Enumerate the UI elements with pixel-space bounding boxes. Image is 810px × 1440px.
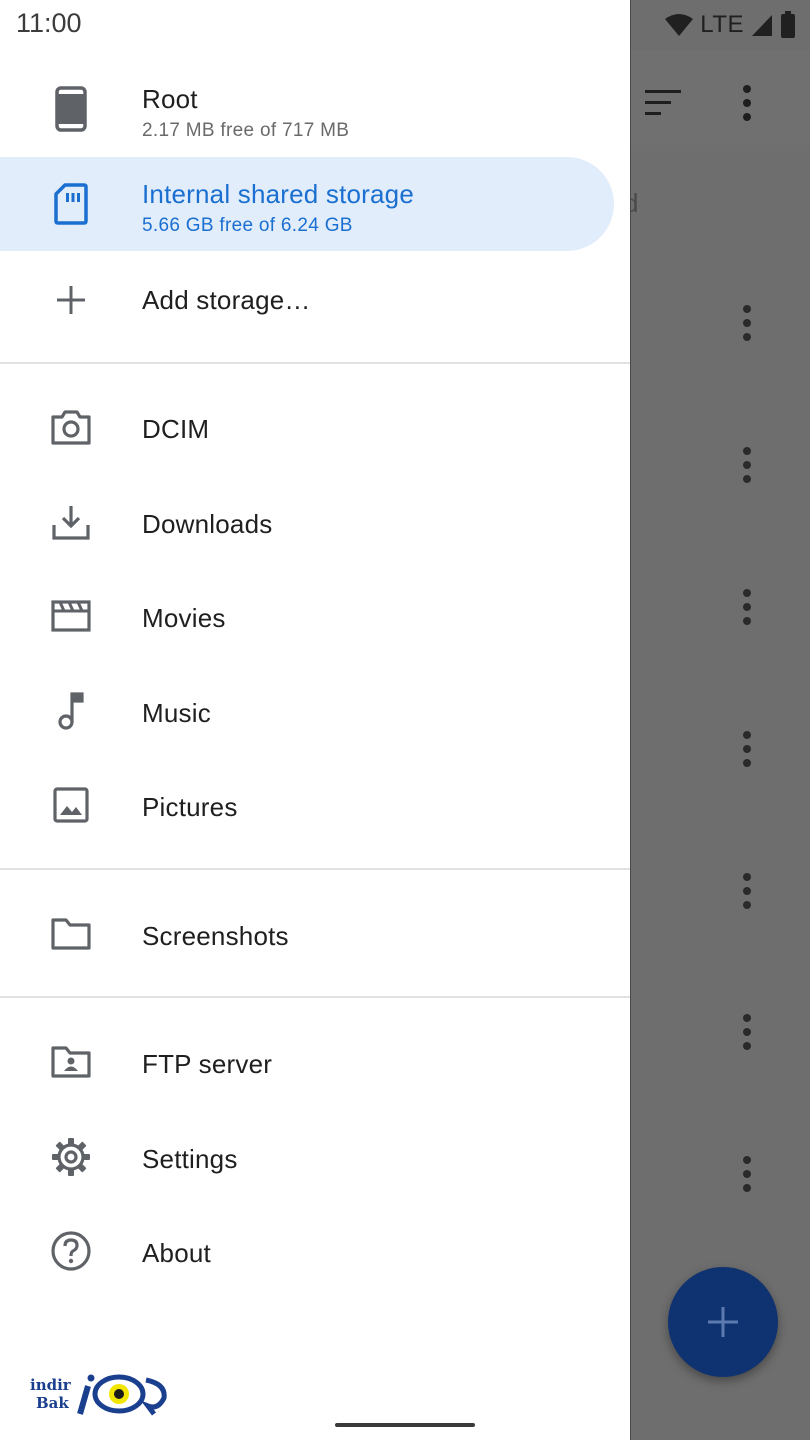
eye-logo-icon: [77, 1374, 167, 1416]
home-indicator[interactable]: [335, 1423, 475, 1427]
row-more-icon[interactable]: [732, 872, 762, 910]
drawer-item-add-storage[interactable]: Add storage…: [0, 253, 630, 347]
drawer-item-music[interactable]: Music: [0, 664, 630, 758]
row-more-icon[interactable]: [732, 588, 762, 626]
drawer-item-label: Root: [142, 84, 198, 114]
drawer-divider: [0, 868, 630, 870]
watermark-text: indir: [30, 1376, 71, 1394]
drawer-item-label: Internal shared storage: [142, 179, 414, 209]
help-icon: [46, 1226, 96, 1276]
drawer-divider: [0, 996, 630, 998]
wifi-icon: [665, 14, 694, 36]
drawer-item-label: Movies: [142, 603, 226, 633]
drawer-divider: [0, 362, 630, 364]
plus-icon: [46, 275, 96, 325]
row-more-icon[interactable]: [732, 446, 762, 484]
drawer-item-label: DCIM: [142, 414, 210, 444]
drawer-item-label: Screenshots: [142, 921, 289, 951]
drawer-item-dcim[interactable]: DCIM: [0, 380, 630, 474]
network-type: LTE: [700, 11, 744, 38]
drawer-item-label: Music: [142, 698, 211, 728]
folder-icon: [46, 909, 96, 959]
drawer-item-label: Pictures: [142, 792, 238, 822]
row-more-icon[interactable]: [732, 1155, 762, 1193]
drawer-item-root[interactable]: Root 2.17 MB free of 717 MB: [0, 62, 630, 156]
drawer-item-settings[interactable]: Settings: [0, 1110, 630, 1204]
row-more-icon[interactable]: [732, 730, 762, 768]
status-icons: LTE: [664, 8, 796, 42]
watermark-text: Bak: [36, 1394, 69, 1412]
drawer-item-screenshots[interactable]: Screenshots: [0, 887, 630, 981]
drawer-item-movies[interactable]: Movies: [0, 569, 630, 663]
row-more-icon[interactable]: [732, 1013, 762, 1051]
drawer-item-internal-storage[interactable]: Internal shared storage 5.66 GB free of …: [0, 157, 614, 251]
download-icon: [46, 497, 96, 547]
more-options-icon[interactable]: [732, 84, 762, 122]
sd-card-icon: [46, 179, 96, 229]
add-fab-button[interactable]: [668, 1267, 778, 1377]
battery-icon: [781, 11, 795, 38]
drawer-item-label: Settings: [142, 1144, 238, 1174]
phone-icon: [46, 84, 96, 134]
drawer-item-label: About: [142, 1238, 211, 1268]
drawer-item-label: Downloads: [142, 509, 273, 539]
drawer-item-ftp-server[interactable]: FTP server: [0, 1015, 630, 1109]
image-icon: [46, 780, 96, 830]
status-time: 11:00: [16, 8, 82, 38]
drawer-item-about[interactable]: About: [0, 1204, 630, 1298]
music-note-icon: [46, 686, 96, 736]
drawer-item-label: FTP server: [142, 1049, 273, 1079]
watermark-logo: indir Bak: [28, 1368, 173, 1418]
drawer-item-subtitle: 5.66 GB free of 6.24 GB: [142, 215, 353, 236]
shared-folder-icon: [46, 1037, 96, 1087]
camera-icon: [46, 402, 96, 452]
drawer-item-downloads[interactable]: Downloads: [0, 475, 630, 569]
navigation-drawer: 11:00 Root 2.17 MB free of 717 MB Intern…: [0, 0, 631, 1440]
drawer-item-pictures[interactable]: Pictures: [0, 758, 630, 852]
drawer-item-label: Add storage…: [142, 285, 311, 315]
movie-icon: [46, 591, 96, 641]
row-more-icon[interactable]: [732, 304, 762, 342]
plus-icon: [708, 1307, 738, 1337]
drawer-item-subtitle: 2.17 MB free of 717 MB: [142, 120, 350, 141]
gear-icon: [46, 1132, 96, 1182]
sort-icon[interactable]: [645, 88, 685, 118]
signal-icon: [752, 15, 772, 36]
